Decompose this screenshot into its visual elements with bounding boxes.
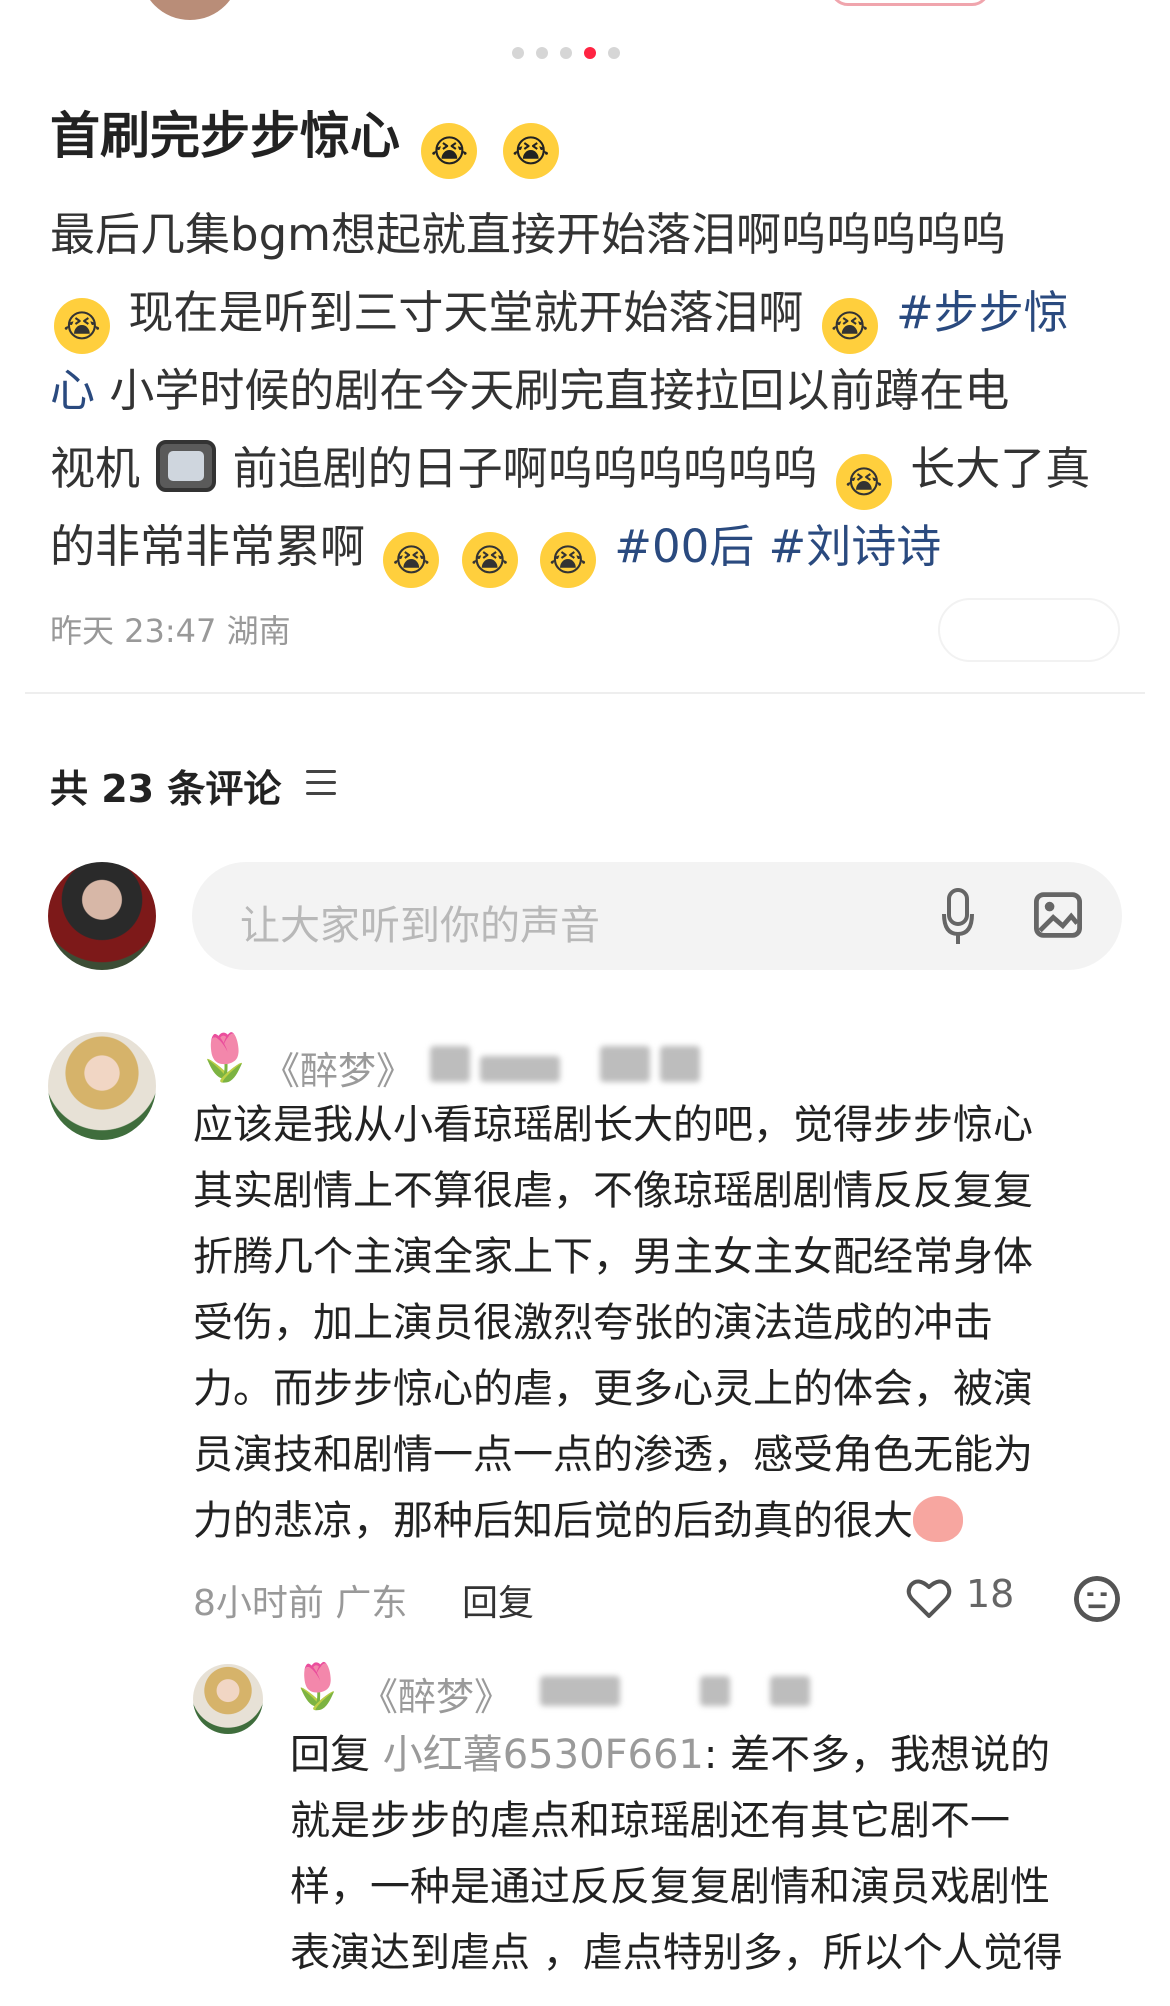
reply-name[interactable]: 《醉梦》 <box>360 1666 512 1721</box>
reply-text: : 差不多，我想说的 <box>703 1732 1051 1778</box>
redacted-name-part <box>540 1676 620 1706</box>
post-line: 的非常非常累啊 😭 😭 😭 #00后 #刘诗诗 <box>50 508 1120 588</box>
hashtag-link[interactable]: #步步惊 <box>896 286 1069 339</box>
commenter-avatar[interactable] <box>48 1032 156 1140</box>
crying-emoji-icon: 😭 <box>539 532 596 588</box>
tulip-icon: 🌷 <box>290 1661 345 1712</box>
crying-emoji-icon: 😭 <box>383 532 440 588</box>
reply-line: 回复 小红薯6530F661: 差不多，我想说的 <box>290 1722 1130 1788</box>
comment-input-placeholder: 让大家听到你的声音 <box>240 903 600 949</box>
tv-emoji-icon <box>156 440 217 492</box>
reply-body: 回复 小红薯6530F661: 差不多，我想说的 就是步步的虐点和琼瑶剧还有其它… <box>290 1722 1130 1986</box>
post-text: 前追剧的日子啊呜呜呜呜呜呜 <box>232 442 818 495</box>
crying-emoji-icon: 😭 <box>835 454 892 510</box>
post-text: 小学时候的剧在今天刷完直接拉回以前蹲在电 <box>109 364 1010 417</box>
comments-count: 共 23 条评论 <box>50 767 282 811</box>
image-icon[interactable] <box>1034 892 1082 938</box>
author-avatar-partial[interactable] <box>140 0 240 20</box>
quoted-username[interactable]: 小红薯6530F661 <box>383 1732 704 1778</box>
crying-emoji-icon: 😭 <box>502 123 559 179</box>
reply-prefix: 回复 <box>290 1732 383 1778</box>
crying-emoji-icon: 😭 <box>461 532 518 588</box>
redacted-name-part <box>430 1046 470 1082</box>
redacted-name-part <box>600 1046 650 1082</box>
post-text: 的非常非常累啊 <box>50 520 366 573</box>
comment-line: 受伤，加上演员很激烈夸张的演法造成的冲击 <box>193 1300 993 1346</box>
commenter-name[interactable]: 《醉梦》 <box>262 1040 414 1095</box>
hashtag-link[interactable]: 心 <box>50 364 95 417</box>
comment-line: 其实剧情上不算很虐，不像琼瑶剧剧情反反复复 <box>193 1168 1033 1214</box>
post-line: 心 小学时候的剧在今天刷完直接拉回以前蹲在电 <box>50 352 1120 430</box>
divider <box>25 692 1145 694</box>
redacted-name-part <box>480 1056 560 1082</box>
pager-dot <box>536 47 548 59</box>
comment-line: 员演技和剧情一点一点的渗透，感受角色无能为 <box>193 1432 1033 1478</box>
reply-line: 样，一种是通过反反复复剧情和演员戏剧性 <box>290 1864 1050 1910</box>
pager-dot <box>608 47 620 59</box>
post-text: 现在是听到三寸天堂就开始落泪啊 <box>128 286 804 339</box>
image-pager-dots <box>512 47 620 59</box>
emoji-face-icon[interactable] <box>1074 1576 1120 1622</box>
comment-line: 折腾几个主演全家上下，男主女主女配经常身体 <box>193 1234 1033 1280</box>
hashtag-link[interactable]: #00后 <box>614 520 754 573</box>
crying-emoji-icon: 😭 <box>54 298 110 354</box>
pager-dot-active <box>584 47 596 59</box>
peach-emoji-icon <box>913 1496 963 1542</box>
redacted-name-part <box>770 1676 810 1706</box>
comment-line: 力的悲凉，那种后知后觉的后劲真的很大 <box>193 1488 1103 1554</box>
crying-emoji-icon: 😭 <box>421 123 478 179</box>
post-title-text: 首刷完步步惊心 <box>50 107 400 165</box>
post-text: 视机 <box>50 442 141 495</box>
tulip-icon: 🌷 <box>196 1030 254 1084</box>
hashtag-link[interactable]: #刘诗诗 <box>769 520 942 573</box>
like-count: 18 <box>966 1572 1015 1616</box>
post-line: 视机 前追剧的日子啊呜呜呜呜呜呜 😭 长大了真 <box>50 430 1120 510</box>
reply-line: 表演达到虐点 ，虐点特别多，所以个人觉得 <box>290 1930 1063 1976</box>
my-avatar[interactable] <box>48 862 156 970</box>
reply-line: 就是步步的虐点和琼瑶剧还有其它剧不一 <box>290 1798 1010 1844</box>
comment-text: 力的悲凉，那种后知后觉的后劲真的很大 <box>193 1498 913 1544</box>
post-text: 最后几集bgm想起就直接开始落泪啊呜呜呜呜呜 <box>50 208 1006 261</box>
post-timestamp-location: 昨天 23:47 湖南 <box>50 612 291 650</box>
filter-icon[interactable] <box>306 770 336 796</box>
comment-timestamp-location: 8小时前 广东 <box>193 1583 408 1624</box>
comment-line: 应该是我从小看琼瑶剧长大的吧，觉得步步惊心 <box>193 1102 1033 1148</box>
post-text: 长大了真 <box>910 442 1091 495</box>
post-line: 😭 现在是听到三寸天堂就开始落泪啊 😭 #步步惊 <box>50 274 1120 354</box>
post-line: 最后几集bgm想起就直接开始落泪啊呜呜呜呜呜 <box>50 196 1120 274</box>
reply-button[interactable]: 回复 <box>462 1574 534 1626</box>
heart-icon[interactable] <box>906 1576 952 1620</box>
comment-line: 力。而步步惊心的虐，更多心灵上的体会，被演 <box>193 1366 1033 1412</box>
post-title: 首刷完步步惊心 😭 😭 <box>50 96 563 179</box>
redacted-name-part <box>660 1046 700 1082</box>
post-body: 最后几集bgm想起就直接开始落泪啊呜呜呜呜呜 😭 现在是听到三寸天堂就开始落泪啊… <box>50 196 1120 588</box>
crying-emoji-icon: 😭 <box>821 298 878 354</box>
ghost-button[interactable] <box>938 598 1120 662</box>
reply-avatar[interactable] <box>193 1664 263 1734</box>
microphone-icon[interactable] <box>940 886 976 946</box>
follow-button-partial[interactable] <box>830 0 990 6</box>
pager-dot <box>560 47 572 59</box>
comment-body: 应该是我从小看琼瑶剧长大的吧，觉得步步惊心 其实剧情上不算很虐，不像琼瑶剧剧情反… <box>193 1092 1103 1554</box>
pager-dot <box>512 47 524 59</box>
redacted-name-part <box>700 1676 730 1706</box>
